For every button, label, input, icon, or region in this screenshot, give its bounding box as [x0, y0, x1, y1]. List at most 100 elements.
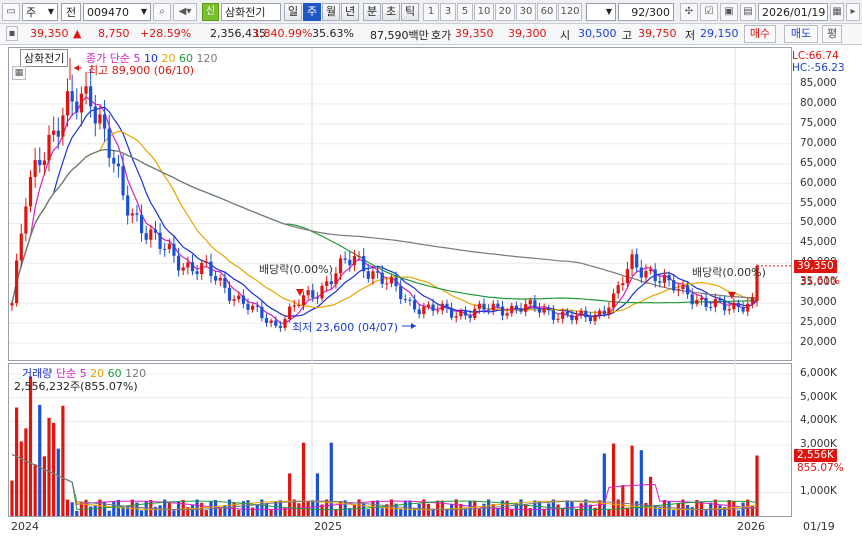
- candle-body: [375, 271, 380, 273]
- volume-bar: [736, 510, 741, 516]
- candle-body: [153, 229, 158, 233]
- candle-body: [116, 163, 121, 167]
- last-volume-pct: 855.07%: [797, 462, 844, 474]
- candle-body: [357, 255, 361, 257]
- candle-body: [741, 306, 745, 312]
- candle-body: [667, 274, 671, 281]
- candle-body: [658, 281, 662, 283]
- candle-body: [223, 277, 227, 288]
- volume-bar: [47, 417, 51, 516]
- last-pct-tag: 31.61%: [800, 275, 841, 287]
- volume-bar: [510, 509, 514, 516]
- candle-body: [426, 304, 431, 307]
- volume-bar: [130, 499, 134, 516]
- candle-body: [79, 93, 84, 113]
- volume-bar: [611, 443, 616, 516]
- candle-body: [635, 254, 639, 268]
- candle-body: [611, 293, 616, 308]
- candle-body: [158, 232, 162, 249]
- candle-body: [565, 311, 569, 315]
- dividend-marker-1: [296, 289, 304, 296]
- candle-body: [389, 277, 394, 284]
- x-label-2025: 2025: [314, 520, 342, 533]
- candle-body: [732, 302, 736, 310]
- lc-label: LC:66.74: [792, 50, 839, 62]
- candle-body: [625, 269, 630, 284]
- price-y-tick: 50,000: [800, 216, 837, 229]
- volume-bar: [635, 501, 639, 516]
- volume-bar: [491, 504, 495, 516]
- low-arrow-icon: [411, 323, 416, 329]
- volume-bar: [699, 501, 704, 516]
- candle-body: [10, 303, 14, 306]
- low-annotation: 최저 23,600 (04/07): [292, 321, 399, 334]
- ma-line-5: [11, 96, 758, 324]
- candle-body: [163, 248, 167, 250]
- candle-body: [52, 130, 56, 135]
- volume-bar: [713, 499, 717, 516]
- candle-body: [505, 313, 509, 316]
- candle-body: [570, 314, 574, 321]
- candle-body: [260, 306, 264, 319]
- candle-body: [278, 325, 282, 328]
- volume-bar: [574, 509, 579, 516]
- candle-body: [352, 255, 357, 266]
- candle-body: [528, 300, 532, 305]
- candle-body: [297, 304, 301, 306]
- volume-bar: [482, 503, 486, 516]
- candle-body: [246, 303, 250, 310]
- candle-body: [15, 260, 19, 304]
- candle-body: [84, 86, 88, 94]
- volume-bar: [158, 505, 162, 516]
- volume-bar: [33, 464, 37, 516]
- candle-body: [186, 262, 190, 268]
- candle-body: [93, 106, 97, 124]
- candle-body: [70, 91, 74, 102]
- stock-tag[interactable]: 삼화전기: [20, 49, 69, 67]
- candle-body: [695, 299, 699, 305]
- candle-body: [190, 262, 195, 272]
- candle-body: [362, 255, 366, 272]
- candle-body: [524, 304, 528, 312]
- volume-bar: [269, 509, 273, 516]
- candle-body: [718, 298, 722, 301]
- candle-body: [561, 311, 565, 319]
- price-y-tick: 20,000: [800, 336, 837, 348]
- candle-body: [588, 317, 593, 322]
- volume-bar: [366, 509, 370, 516]
- ma-line-10: [11, 106, 758, 318]
- volume-bar: [454, 499, 458, 516]
- candle-body: [482, 303, 486, 310]
- volume-bar: [468, 500, 472, 516]
- volume-bar: [311, 500, 315, 516]
- candle-body: [727, 309, 731, 311]
- volume-bar: [616, 499, 620, 516]
- candle-body: [709, 306, 713, 308]
- candle-body: [241, 295, 245, 304]
- volume-max-label: 2,556,232주(855.07%): [14, 380, 138, 393]
- candle-body: [112, 157, 116, 164]
- volume-bar: [343, 500, 347, 516]
- volume-bar: [741, 502, 745, 516]
- volume-bar: [306, 500, 310, 516]
- candle-body: [630, 254, 634, 270]
- volume-bar: [56, 448, 60, 516]
- candle-body: [616, 285, 620, 294]
- grid-toggle-icon[interactable]: ▦: [12, 66, 26, 80]
- candle-body: [431, 304, 435, 311]
- candle-body: [65, 91, 70, 116]
- volume-y-tick: 6,000K: [800, 367, 837, 379]
- volume-bar: [561, 507, 565, 516]
- volume-bar: [251, 507, 255, 516]
- candle-body: [584, 310, 588, 318]
- volume-bar: [246, 500, 250, 516]
- candle-body: [237, 295, 241, 300]
- candle-body: [209, 261, 213, 277]
- volume-bar: [690, 507, 694, 516]
- candle-body: [135, 213, 139, 215]
- x-label-2026: 2026: [737, 520, 765, 533]
- candle-body: [639, 267, 643, 278]
- candle-body: [653, 269, 657, 282]
- volume-bar: [593, 507, 597, 516]
- candle-body: [195, 271, 199, 275]
